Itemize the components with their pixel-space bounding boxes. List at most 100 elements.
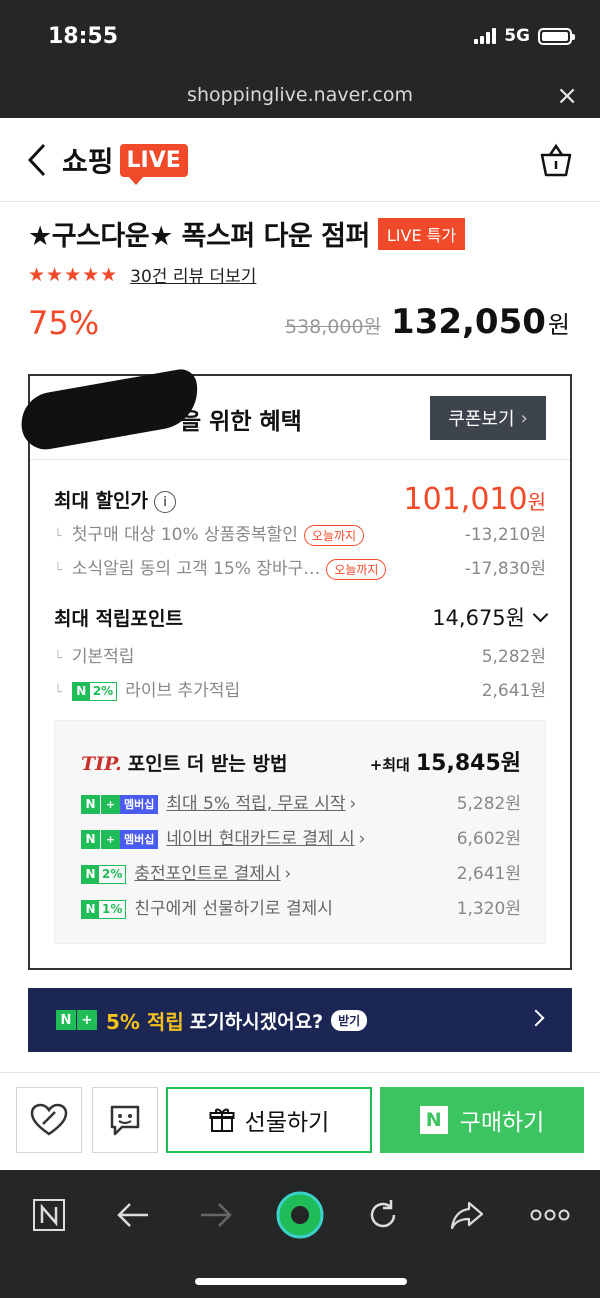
naver-n-icon: N <box>82 900 99 918</box>
tip-max-wrap: +최대 15,845원 <box>370 745 521 777</box>
point-item-label-wrap: └ 기본적립 <box>54 642 134 667</box>
banner-text: 포기하시겠어요? <box>189 1010 324 1033</box>
gift-button[interactable]: 선물하기 <box>166 1087 372 1153</box>
tip-max-value: 15,845원 <box>415 751 521 776</box>
redaction-mark <box>16 366 204 454</box>
green-dot-icon <box>276 1191 324 1239</box>
chevron-right-icon: › <box>520 407 528 429</box>
chat-button[interactable] <box>92 1087 158 1153</box>
like-button[interactable] <box>16 1087 82 1153</box>
plus-icon: + <box>101 794 120 814</box>
signal-icon <box>474 28 497 44</box>
original-price: 538,000원 <box>284 316 382 338</box>
shopping-live-logo[interactable]: 쇼핑 LIVE <box>62 140 188 185</box>
tip-item[interactable]: N 2% 충전포인트로 결제시 › 2,641원 <box>81 859 521 884</box>
info-icon[interactable]: i <box>154 491 177 514</box>
tip-item-value: 2,641원 <box>456 864 521 884</box>
back-button[interactable] <box>108 1190 158 1240</box>
tip-item-left: N 2% 충전포인트로 결제시 › <box>81 859 291 884</box>
chevron-right-icon: › <box>358 829 366 849</box>
discount-item: └ 소식알림 동의 고객 15% 장바구… 오늘까지 -17,830원 <box>54 554 546 580</box>
tip-item-left: N 1% 친구에게 선물하기로 결제시 <box>81 894 333 919</box>
naver-home-button[interactable] <box>24 1190 74 1240</box>
url-text[interactable]: shoppinglive.naver.com <box>0 84 600 106</box>
buy-button[interactable]: N 구매하기 <box>380 1087 584 1153</box>
naver-n-icon: N <box>419 1106 448 1134</box>
green-dot-button[interactable] <box>275 1190 325 1240</box>
more-icon <box>530 1209 570 1221</box>
battery-icon <box>538 27 575 45</box>
star-rating: ★★★★★ <box>28 263 119 286</box>
tip-item[interactable]: N + 멤버십 네이버 현대카드로 결제 시 › 6,602원 <box>81 824 521 849</box>
tip-item-value: 1,320원 <box>456 899 521 919</box>
logo-live-badge: LIVE <box>119 143 188 185</box>
back-arrow-icon[interactable] <box>24 140 54 180</box>
tip-item-left: N + 멤버십 네이버 현대카드로 결제 시 › <box>81 824 365 849</box>
tip-header: TIP. 포인트 더 받는 방법 +최대 15,845원 <box>81 745 521 777</box>
logo-text: 쇼핑 <box>62 145 114 178</box>
naver-n-icon <box>33 1199 65 1231</box>
tip-item-label[interactable]: 최대 5% 적립, 무료 시작 <box>166 794 345 814</box>
banner-receive-badge[interactable]: 받기 <box>331 1009 368 1031</box>
live-special-badge: LIVE 특가 <box>377 217 466 250</box>
tip-title-wrap: TIP. 포인트 더 받는 방법 <box>81 749 287 776</box>
branch-icon: └ <box>54 529 62 544</box>
arrow-right-icon <box>201 1203 232 1227</box>
network-label: 5G <box>504 26 530 46</box>
plus-icon: + <box>77 1010 97 1030</box>
sale-price: 132,050 <box>391 302 546 342</box>
rating-row: ★★★★★ 30건 리뷰 더보기 <box>28 262 256 288</box>
discount-percent: 75% <box>28 304 100 342</box>
product-title-row: ★구스다운★ 폭스퍼 다운 점퍼 LIVE 특가 <box>28 214 466 253</box>
max-points-label: 최대 적립포인트 <box>54 607 183 630</box>
max-points-row[interactable]: 최대 적립포인트 14,675원 <box>54 602 549 632</box>
tag-percent: 1% <box>102 902 123 916</box>
close-icon[interactable]: × <box>556 81 578 111</box>
point-item-label-wrap: └ N 2% 라이브 추가적립 <box>54 676 240 701</box>
gift-button-label: 선물하기 <box>244 1110 330 1136</box>
browser-url-bar[interactable]: shoppinglive.naver.com × <box>0 80 600 118</box>
naver-n-icon: N <box>56 1010 76 1030</box>
tip-item-value: 5,282원 <box>456 794 521 814</box>
branch-icon: └ <box>54 651 62 666</box>
discount-item-label-wrap: └ 소식알림 동의 고객 15% 장바구… 오늘까지 <box>54 554 387 580</box>
tip-item-label[interactable]: 충전포인트로 결제시 <box>134 864 280 884</box>
tip-word: TIP. <box>81 753 122 775</box>
branch-icon: └ <box>54 685 62 700</box>
forward-button[interactable] <box>191 1190 241 1240</box>
review-link[interactable]: 30건 리뷰 더보기 <box>130 262 256 287</box>
tip-max-prefix: +최대 <box>369 756 410 774</box>
naver-n-icon: N <box>81 829 100 849</box>
point-item-value: 5,282원 <box>481 647 546 667</box>
status-time: 18:55 <box>48 24 119 49</box>
chat-icon <box>110 1105 140 1136</box>
tip-item-value: 6,602원 <box>456 829 521 849</box>
chevron-down-icon[interactable] <box>532 606 549 623</box>
npay-percent-tag: N 1% <box>81 899 127 919</box>
app-header: 쇼핑 LIVE <box>0 118 600 202</box>
tag-label: 멤버십 <box>120 829 159 849</box>
point-item-label: 기본적립 <box>71 647 135 667</box>
coupon-view-button[interactable]: 쿠폰보기 › <box>430 396 546 440</box>
cart-icon[interactable] <box>538 142 574 178</box>
today-only-tag: 오늘까지 <box>326 558 387 580</box>
price-unit: 원 <box>547 311 570 339</box>
max-points-value: 14,675원 <box>432 606 525 630</box>
tip-item[interactable]: N + 멤버십 최대 5% 적립, 무료 시작 › 5,282원 <box>81 789 521 814</box>
tip-item-label[interactable]: 네이버 현대카드로 결제 시 <box>166 829 354 849</box>
max-discount-label: 최대 할인가 <box>54 489 149 512</box>
home-indicator[interactable] <box>195 1278 407 1285</box>
benefit-header: 을 위한 혜택 쿠폰보기 › <box>16 366 570 460</box>
npay-percent-tag: N 2% <box>81 864 127 884</box>
refresh-button[interactable] <box>358 1190 408 1240</box>
buy-button-label: 구매하기 <box>459 1110 545 1136</box>
tip-item-left: N + 멤버십 최대 5% 적립, 무료 시작 › <box>81 789 356 814</box>
share-button[interactable] <box>442 1190 492 1240</box>
max-discount-label-wrap: 최대 할인가 i <box>54 486 177 514</box>
more-button[interactable] <box>525 1190 575 1240</box>
discount-item-label-wrap: └ 첫구매 대상 10% 상품중복할인 오늘까지 <box>54 520 365 546</box>
points-banner[interactable]: N + 5% 적립 포기하시겠어요? 받기 <box>28 988 572 1052</box>
point-item: └ N 2% 라이브 추가적립 2,641원 <box>54 676 546 701</box>
gift-icon <box>209 1108 235 1132</box>
arrow-left-icon <box>117 1203 148 1227</box>
